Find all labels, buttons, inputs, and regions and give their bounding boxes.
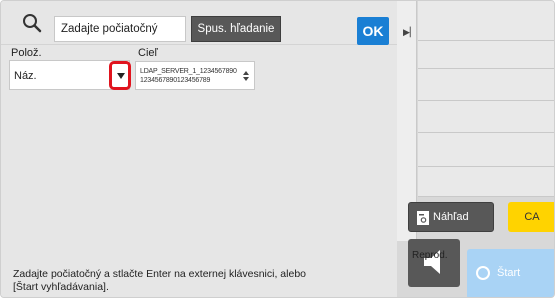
main-area: Zadajte počiatočný Spus. hľadanie OK Pol… bbox=[1, 1, 397, 297]
preview-icon bbox=[417, 211, 429, 225]
list-item[interactable] bbox=[418, 41, 554, 69]
ok-button[interactable]: OK bbox=[357, 17, 389, 45]
destination-line-2: 1234567890123456789 bbox=[140, 77, 211, 84]
list-item[interactable] bbox=[418, 133, 554, 167]
up-down-icon bbox=[243, 71, 249, 81]
item-dropdown-button[interactable] bbox=[109, 61, 131, 90]
right-panel: ▶▏ Náhľad CA Reprod. Štart bbox=[397, 1, 554, 297]
destination-select[interactable]: LDAP_SERVER_1_1234567890 123456789012345… bbox=[135, 61, 255, 90]
list-item[interactable] bbox=[418, 167, 554, 197]
collapse-icon: ▶▏ bbox=[403, 27, 417, 37]
ca-button[interactable]: CA bbox=[508, 202, 554, 232]
list-item[interactable] bbox=[418, 1, 554, 41]
chevron-down-icon bbox=[117, 73, 125, 79]
item-select-value: Náz. bbox=[14, 70, 37, 82]
screen-frame: Zadajte počiatočný Spus. hľadanie OK Pol… bbox=[0, 0, 555, 298]
speaker-label: Reprod. bbox=[412, 250, 448, 261]
search-bar: Zadajte počiatočný Spus. hľadanie OK bbox=[1, 1, 397, 45]
start-search-button[interactable]: Spus. hľadanie bbox=[191, 16, 281, 42]
destination-label: Cieľ bbox=[138, 47, 158, 59]
start-icon bbox=[476, 266, 490, 280]
item-label: Polož. bbox=[11, 47, 42, 59]
destination-line-1: LDAP_SERVER_1_1234567890 bbox=[140, 68, 237, 75]
list-item[interactable] bbox=[418, 69, 554, 101]
list-item[interactable] bbox=[418, 101, 554, 133]
hint-text: Zadajte počiatočný a stlačte Enter na ex… bbox=[13, 268, 307, 293]
start-label: Štart bbox=[497, 267, 521, 279]
preview-button[interactable]: Náhľad bbox=[408, 202, 494, 232]
start-button[interactable]: Štart bbox=[467, 249, 554, 297]
speaker-button[interactable] bbox=[408, 239, 460, 287]
search-icon[interactable] bbox=[21, 12, 43, 34]
search-input[interactable]: Zadajte počiatočný bbox=[54, 16, 186, 42]
preview-label: Náhľad bbox=[433, 211, 469, 223]
